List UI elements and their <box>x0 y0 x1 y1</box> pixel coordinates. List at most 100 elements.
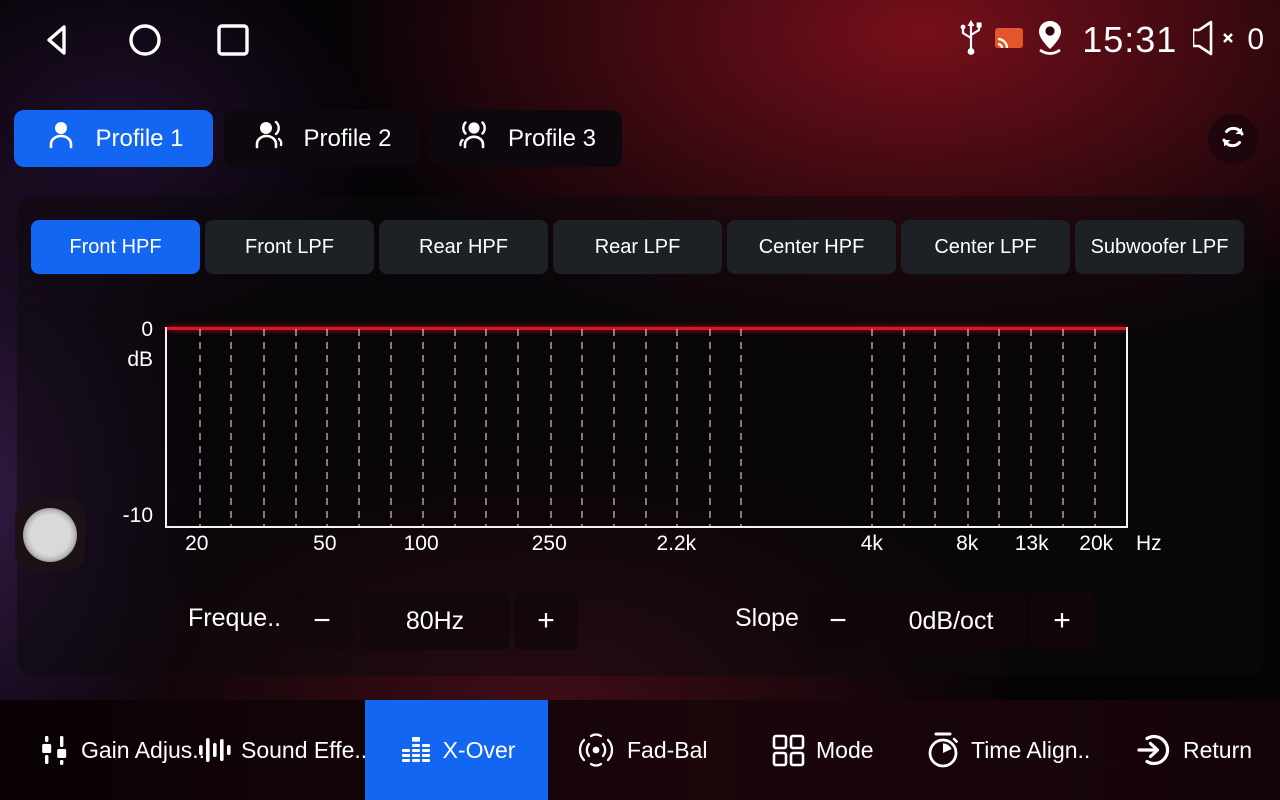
vertical-gridline <box>581 329 583 526</box>
nav-item-label: Time Align.. <box>971 737 1090 764</box>
crossover-response-plot[interactable] <box>165 327 1128 528</box>
drag-knob-handle[interactable] <box>15 498 85 571</box>
x-axis-tick-20: 20 <box>185 532 208 556</box>
time-alignment-stopwatch-icon <box>924 730 962 770</box>
vertical-gridline <box>263 329 265 526</box>
refresh-sync-icon <box>1218 122 1248 157</box>
profile-tab-profile-1[interactable]: Profile 1 <box>14 110 213 167</box>
filter-tab-rear-lpf[interactable]: Rear LPF <box>553 220 722 274</box>
location-icon <box>1034 18 1066 63</box>
nav-item-x-over[interactable]: X-Over <box>365 700 548 800</box>
y-axis-unit-label: dB <box>77 348 153 372</box>
slope-increase-button[interactable]: + <box>1030 592 1094 650</box>
nav-item-label: Fad-Bal <box>627 737 708 764</box>
nav-item-label: Return <box>1183 737 1252 764</box>
xover-panel: Front HPFFront LPFRear HPFRear LPFCenter… <box>17 196 1263 676</box>
filter-tab-center-hpf[interactable]: Center HPF <box>727 220 896 274</box>
vertical-gridline <box>709 329 711 526</box>
xover-equalizer-icon <box>398 732 434 768</box>
mode-grid-icon <box>769 731 807 769</box>
vertical-gridline <box>1094 329 1096 526</box>
frequency-value: 80Hz <box>360 592 510 650</box>
volume-muted-icon[interactable] <box>1193 18 1237 63</box>
vertical-gridline <box>645 329 647 526</box>
x-axis-unit-label: Hz <box>1136 532 1162 556</box>
filter-tabs: Front HPFFront LPFRear HPFRear LPFCenter… <box>31 220 1244 274</box>
usb-icon <box>958 18 984 63</box>
vertical-gridline <box>454 329 456 526</box>
filter-tab-front-lpf[interactable]: Front LPF <box>205 220 374 274</box>
profile-tabs: Profile 1 Profile 2 Profile 3 <box>14 110 622 167</box>
y-axis-tick-min10: -10 <box>77 504 153 528</box>
nav-item-label: Sound Effe.. <box>241 737 367 764</box>
profile-tab-label: Profile 3 <box>508 125 596 153</box>
vertical-gridline <box>517 329 519 526</box>
x-axis-tick-labels: 20501002502.2k4k8k13k20k <box>165 532 1128 560</box>
vertical-gridline <box>967 329 969 526</box>
bottom-nav: Gain Adjus..Sound Effe..X-OverFad-BalMod… <box>0 700 1280 800</box>
vertical-gridline <box>326 329 328 526</box>
nav-item-label: X-Over <box>443 737 516 764</box>
vertical-gridline <box>740 329 742 526</box>
slope-value: 0dB/oct <box>876 592 1026 650</box>
frequency-increase-button[interactable]: + <box>514 592 578 650</box>
filter-tab-rear-hpf[interactable]: Rear HPF <box>379 220 548 274</box>
profile-tab-label: Profile 2 <box>303 125 391 153</box>
vertical-gridline <box>613 329 615 526</box>
vertical-gridline <box>1062 329 1064 526</box>
x-axis-tick-50: 50 <box>313 532 336 556</box>
profile-tab-label: Profile 1 <box>95 125 183 153</box>
back-icon[interactable] <box>38 20 76 60</box>
status-icons: 15:31 0 <box>958 0 1264 80</box>
vertical-gridline <box>998 329 1000 526</box>
vertical-gridline <box>1030 329 1032 526</box>
nav-item-time-align[interactable]: Time Align.. <box>910 700 1104 800</box>
y-axis-tick-0: 0 <box>77 318 153 342</box>
profile-person-waves-icon <box>456 117 492 160</box>
vertical-gridline <box>230 329 232 526</box>
return-arrow-icon <box>1134 730 1174 770</box>
x-axis-tick-2-2k: 2.2k <box>656 532 696 556</box>
profile-person-icon <box>43 117 79 160</box>
profile-tab-profile-3[interactable]: Profile 3 <box>430 110 622 167</box>
nav-item-return[interactable]: Return <box>1120 700 1266 800</box>
x-axis-tick-4k: 4k <box>861 532 883 556</box>
vertical-gridline <box>934 329 936 526</box>
nav-item-fad-bal[interactable]: Fad-Bal <box>560 700 722 800</box>
recents-icon[interactable] <box>214 20 252 60</box>
nav-item-label: Mode <box>816 737 874 764</box>
frequency-label: Freque.. <box>188 604 281 633</box>
fader-balance-icon <box>574 730 618 770</box>
filter-tab-front-hpf[interactable]: Front HPF <box>31 220 200 274</box>
nav-item-mode[interactable]: Mode <box>755 700 888 800</box>
vertical-gridline <box>199 329 201 526</box>
x-axis-tick-8k: 8k <box>956 532 978 556</box>
vertical-gridline <box>422 329 424 526</box>
clock: 15:31 <box>1082 19 1177 61</box>
gain-sliders-icon <box>36 732 72 768</box>
x-axis-tick-13k: 13k <box>1015 532 1049 556</box>
profile-tab-profile-2[interactable]: Profile 2 <box>224 110 419 167</box>
knob-circle-icon <box>23 508 77 562</box>
xover-screen: 15:31 0 Profile 1 Profile 2 Profile 3 <box>0 0 1280 800</box>
filter-tab-subwoofer-lpf[interactable]: Subwoofer LPF <box>1075 220 1244 274</box>
home-icon[interactable] <box>126 20 164 60</box>
vertical-gridline <box>550 329 552 526</box>
nav-item-sound-effe[interactable]: Sound Effe.. <box>182 700 381 800</box>
filter-tab-center-lpf[interactable]: Center LPF <box>901 220 1070 274</box>
slope-decrease-button[interactable]: − <box>806 592 870 650</box>
vertical-gridline <box>295 329 297 526</box>
android-nav-keys <box>38 20 252 60</box>
refresh-button[interactable] <box>1208 114 1258 164</box>
vertical-gridline <box>390 329 392 526</box>
cast-icon <box>994 25 1024 56</box>
vertical-gridline <box>871 329 873 526</box>
slope-label: Slope <box>735 604 799 633</box>
android-status-bar: 15:31 0 <box>0 0 1280 80</box>
x-axis-tick-250: 250 <box>532 532 567 556</box>
x-axis-tick-20k: 20k <box>1079 532 1113 556</box>
sound-effect-bars-icon <box>196 732 232 768</box>
filter-controls: Freque.. − 80Hz + Slope − 0dB/oct + <box>17 592 1263 650</box>
vertical-gridline <box>485 329 487 526</box>
frequency-decrease-button[interactable]: − <box>290 592 354 650</box>
